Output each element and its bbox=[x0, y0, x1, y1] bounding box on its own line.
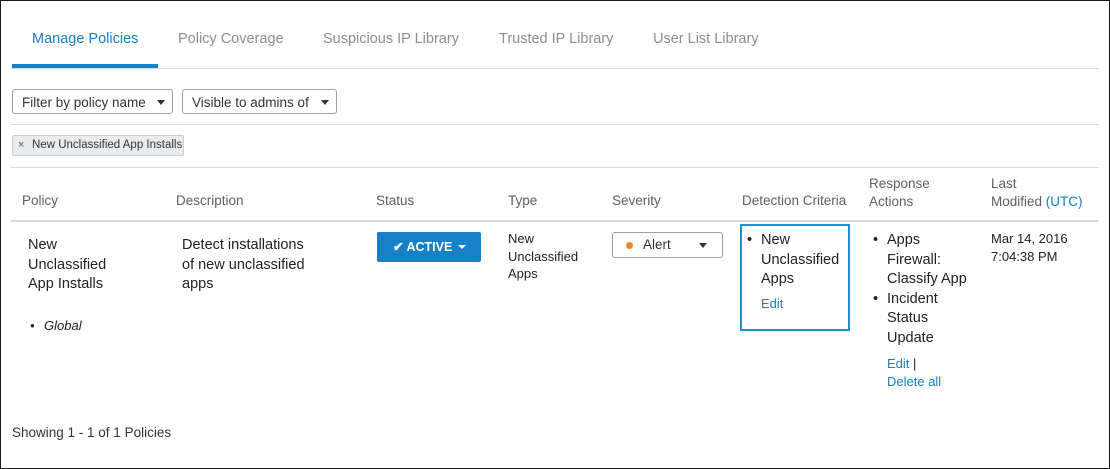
detection-line: Unclassified bbox=[761, 251, 840, 268]
checkmark-icon: ✔ bbox=[393, 240, 404, 254]
policy-name-line: Unclassified bbox=[28, 256, 107, 273]
chevron-down-icon bbox=[321, 100, 329, 105]
detection-edit-link[interactable]: Edit bbox=[761, 295, 783, 313]
detection-criteria-list: New Unclassified Apps bbox=[744, 231, 839, 290]
policy-name[interactable]: New Unclassified App Installs bbox=[28, 236, 106, 295]
modified-header-line: Modified bbox=[991, 194, 1043, 209]
link-separator: | bbox=[913, 356, 917, 371]
tab-trusted-ip-library[interactable]: Trusted IP Library bbox=[499, 31, 613, 47]
description-line: apps bbox=[182, 276, 214, 292]
column-header-detection-criteria[interactable]: Detection Criteria bbox=[742, 192, 846, 210]
chevron-down-icon bbox=[699, 243, 707, 248]
response-actions-list: Apps Firewall: Classify App Incident Sta… bbox=[870, 231, 967, 348]
column-header-policy[interactable]: Policy bbox=[22, 192, 58, 210]
policy-scope: Global bbox=[27, 317, 82, 335]
response-line: Apps bbox=[887, 232, 921, 248]
response-line: Classify App bbox=[887, 271, 967, 287]
response-line: Status bbox=[887, 310, 929, 326]
response-line: Firewall: bbox=[887, 251, 941, 268]
column-header-response-actions[interactable]: Response Actions bbox=[869, 175, 930, 211]
policy-scope-list: Global bbox=[27, 317, 82, 335]
visible-admins-filter-label: Visible to admins of bbox=[192, 95, 309, 110]
filter-chip-label: New Unclassified App Installs bbox=[32, 139, 183, 151]
column-header-type[interactable]: Type bbox=[508, 192, 537, 210]
last-modified: Mar 14, 2016 7:04:38 PM bbox=[991, 230, 1068, 265]
tab-manage-policies[interactable]: Manage Policies bbox=[32, 31, 138, 47]
detection-line: New bbox=[761, 232, 791, 248]
description-line: of new unclassified bbox=[182, 256, 305, 273]
pagination-summary: Showing 1 - 1 of 1 Policies bbox=[12, 425, 172, 440]
active-filter-chip: × New Unclassified App Installs bbox=[12, 135, 184, 156]
column-header-last-modified[interactable]: Last Modified (UTC) bbox=[991, 175, 1083, 211]
tab-suspicious-ip-library[interactable]: Suspicious IP Library bbox=[323, 31, 459, 47]
status-active-dropdown-button[interactable]: ✔ ACTIVE bbox=[377, 232, 481, 262]
policy-name-filter-label: Filter by policy name bbox=[22, 95, 146, 110]
response-line: Update bbox=[887, 329, 934, 346]
type-line: Apps bbox=[508, 266, 538, 281]
description-line: Detect installations bbox=[182, 237, 304, 253]
close-icon[interactable]: × bbox=[18, 139, 24, 151]
detection-criteria-item: New Unclassified Apps bbox=[744, 231, 839, 290]
alert-dot-icon bbox=[626, 242, 633, 249]
timezone-label: (UTC) bbox=[1045, 194, 1083, 209]
filter-divider bbox=[11, 124, 1099, 125]
policy-description: Detect installations of new unclassified… bbox=[182, 236, 305, 295]
response-action-item: Apps Firewall: Classify App bbox=[870, 231, 967, 290]
active-tab-indicator bbox=[12, 64, 158, 68]
severity-dropdown[interactable]: Alert bbox=[612, 232, 723, 258]
column-header-severity[interactable]: Severity bbox=[612, 192, 661, 210]
column-header-status[interactable]: Status bbox=[376, 192, 414, 210]
type-line: New bbox=[508, 231, 535, 246]
response-line: Incident bbox=[887, 290, 938, 307]
detection-line: Apps bbox=[761, 271, 795, 287]
policy-name-line: App Installs bbox=[28, 276, 103, 292]
modified-header-line: Last bbox=[991, 176, 1017, 191]
response-header-line: Response bbox=[869, 176, 930, 191]
policy-name-line: New bbox=[28, 237, 58, 253]
policies-panel: Manage Policies Policy Coverage Suspicio… bbox=[0, 0, 1110, 469]
response-delete-all-link[interactable]: Delete all bbox=[887, 373, 941, 391]
tab-user-list-library[interactable]: User List Library bbox=[653, 31, 759, 47]
visible-admins-filter-dropdown[interactable]: Visible to admins of bbox=[182, 89, 337, 114]
response-action-item: Incident Status Update bbox=[870, 290, 967, 349]
chip-divider bbox=[11, 167, 1099, 168]
tab-bar: Manage Policies Policy Coverage Suspicio… bbox=[11, 1, 1099, 69]
response-edit-link[interactable]: Edit bbox=[887, 356, 909, 371]
tab-policy-coverage[interactable]: Policy Coverage bbox=[178, 31, 284, 47]
modified-time: 7:04:38 PM bbox=[991, 248, 1058, 264]
policy-name-filter-dropdown[interactable]: Filter by policy name bbox=[12, 89, 173, 114]
chevron-down-icon bbox=[157, 100, 165, 105]
column-header-description[interactable]: Description bbox=[176, 192, 244, 210]
policy-type: New Unclassified Apps bbox=[508, 230, 578, 283]
chevron-down-icon bbox=[458, 245, 466, 249]
response-header-line: Actions bbox=[869, 194, 914, 209]
table-header-divider bbox=[11, 220, 1099, 222]
severity-label: Alert bbox=[643, 237, 671, 252]
status-label: ACTIVE bbox=[406, 240, 453, 254]
response-actions-links: Edit | Delete all bbox=[887, 355, 941, 390]
type-line: Unclassified bbox=[508, 248, 579, 264]
modified-date: Mar 14, 2016 bbox=[991, 231, 1068, 246]
